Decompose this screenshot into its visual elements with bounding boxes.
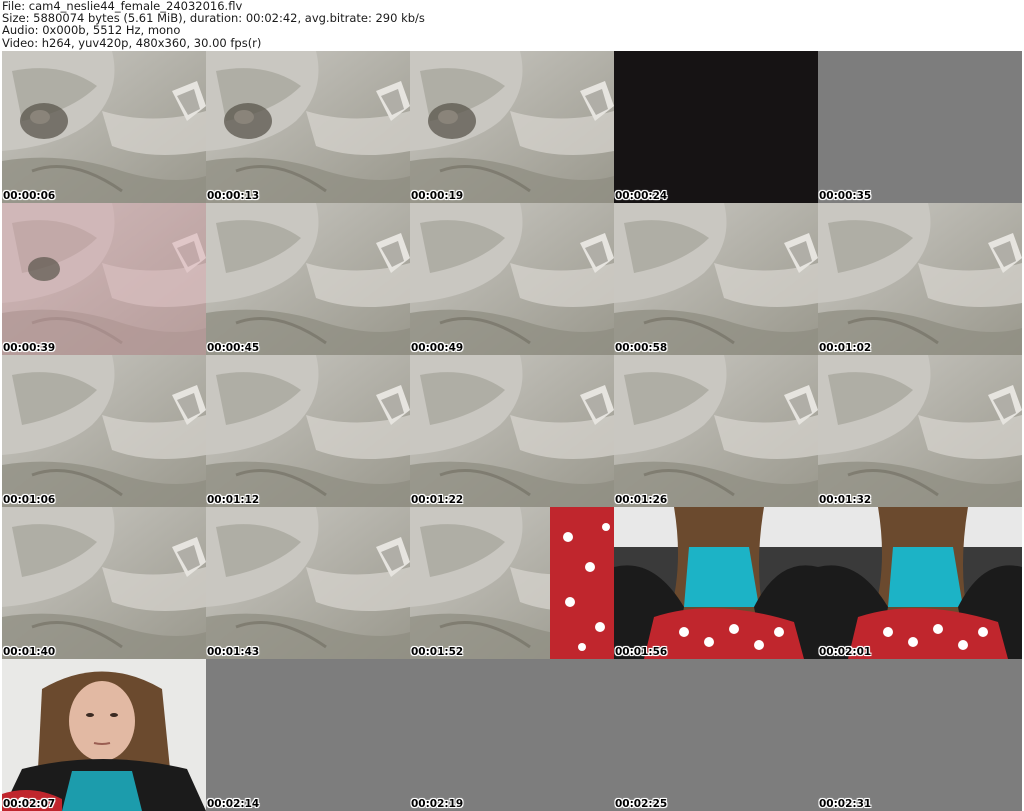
thumbnail-image <box>410 355 614 507</box>
thumbnail-image <box>410 203 614 355</box>
thumbnail-frame: 00:00:35 <box>818 51 1022 203</box>
thumbnail-image <box>2 507 206 659</box>
thumbnail-timestamp: 00:00:35 <box>819 190 872 202</box>
thumbnail-frame: 00:00:24 <box>614 51 818 203</box>
thumbnail-image <box>614 507 818 659</box>
thumbnail-image <box>206 355 410 507</box>
thumbnail-frame: 00:01:52 <box>410 507 614 659</box>
thumbnail-frame: 00:00:19 <box>410 51 614 203</box>
thumbnail-timestamp: 00:00:06 <box>3 190 56 202</box>
thumbnail-frame: 00:02:01 <box>818 507 1022 659</box>
thumbnail-timestamp: 00:00:45 <box>207 342 260 354</box>
thumbnail-timestamp: 00:01:32 <box>819 494 872 506</box>
thumbnail-frame: 00:02:19 <box>410 659 614 811</box>
thumbnail-image <box>2 659 206 811</box>
thumbnail-image <box>2 203 206 355</box>
thumbnail-image <box>206 203 410 355</box>
thumbnail-frame: 00:00:58 <box>614 203 818 355</box>
thumbnail-frame: 00:00:13 <box>206 51 410 203</box>
thumbnail-timestamp: 00:00:39 <box>3 342 56 354</box>
thumbnail-image <box>818 51 1022 203</box>
thumbnail-timestamp: 00:01:26 <box>615 494 668 506</box>
thumbnail-timestamp: 00:00:19 <box>411 190 464 202</box>
thumbnail-frame: 00:00:39 <box>2 203 206 355</box>
thumbnail-timestamp: 00:00:13 <box>207 190 260 202</box>
audio-info-line: Audio: 0x000b, 5512 Hz, mono <box>2 23 181 38</box>
thumbnail-image <box>206 659 410 811</box>
thumbnail-timestamp: 00:01:40 <box>3 646 56 658</box>
thumbnail-frame: 00:00:45 <box>206 203 410 355</box>
thumbnail-timestamp: 00:02:07 <box>3 798 56 810</box>
thumbnail-timestamp: 00:01:52 <box>411 646 464 658</box>
thumbnail-timestamp: 00:01:43 <box>207 646 260 658</box>
thumbnail-timestamp: 00:02:01 <box>819 646 872 658</box>
thumbnail-grid: 00:00:06 00:00:13 00:00:19 00:00:24 00:0… <box>2 51 1022 811</box>
thumbnail-image <box>818 659 1022 811</box>
thumbnail-frame: 00:00:49 <box>410 203 614 355</box>
thumbnail-frame: 00:01:43 <box>206 507 410 659</box>
thumbnail-timestamp: 00:01:02 <box>819 342 872 354</box>
thumbnail-frame: 00:02:25 <box>614 659 818 811</box>
thumbnail-frame: 00:02:14 <box>206 659 410 811</box>
thumbnail-image <box>410 507 614 659</box>
thumbnail-frame: 00:01:06 <box>2 355 206 507</box>
thumbnail-frame: 00:01:32 <box>818 355 1022 507</box>
video-info-line: Video: h264, yuv420p, 480x360, 30.00 fps… <box>2 35 262 50</box>
thumbnail-image <box>614 355 818 507</box>
thumbnail-timestamp: 00:02:25 <box>615 798 668 810</box>
thumbnail-timestamp: 00:01:06 <box>3 494 56 506</box>
thumbnail-image <box>818 203 1022 355</box>
thumbnail-image <box>2 355 206 507</box>
thumbnail-frame: 00:01:40 <box>2 507 206 659</box>
file-info-header: File: cam4_neslie44_female_24032016.flv … <box>2 0 425 49</box>
thumbnail-frame: 00:02:07 <box>2 659 206 811</box>
thumbnail-frame: 00:01:12 <box>206 355 410 507</box>
thumbnail-timestamp: 00:01:12 <box>207 494 260 506</box>
thumbnail-image <box>614 51 818 203</box>
thumbnail-timestamp: 00:00:58 <box>615 342 668 354</box>
thumbnail-image <box>818 355 1022 507</box>
thumbnail-timestamp: 00:02:14 <box>207 798 260 810</box>
thumbnail-image <box>206 51 410 203</box>
thumbnail-frame: 00:01:22 <box>410 355 614 507</box>
thumbnail-image <box>614 659 818 811</box>
thumbnail-frame: 00:02:31 <box>818 659 1022 811</box>
thumbnail-frame: 00:01:02 <box>818 203 1022 355</box>
thumbnail-frame: 00:01:56 <box>614 507 818 659</box>
thumbnail-image <box>2 51 206 203</box>
thumbnail-timestamp: 00:00:24 <box>615 190 668 202</box>
thumbnail-timestamp: 00:01:22 <box>411 494 464 506</box>
thumbnail-timestamp: 00:00:49 <box>411 342 464 354</box>
thumbnail-image <box>410 659 614 811</box>
thumbnail-image <box>614 203 818 355</box>
thumbnail-image <box>818 507 1022 659</box>
thumbnail-frame: 00:00:06 <box>2 51 206 203</box>
thumbnail-image <box>410 51 614 203</box>
thumbnail-timestamp: 00:01:56 <box>615 646 668 658</box>
thumbnail-timestamp: 00:02:19 <box>411 798 464 810</box>
thumbnail-frame: 00:01:26 <box>614 355 818 507</box>
thumbnail-image <box>206 507 410 659</box>
thumbnail-timestamp: 00:02:31 <box>819 798 872 810</box>
